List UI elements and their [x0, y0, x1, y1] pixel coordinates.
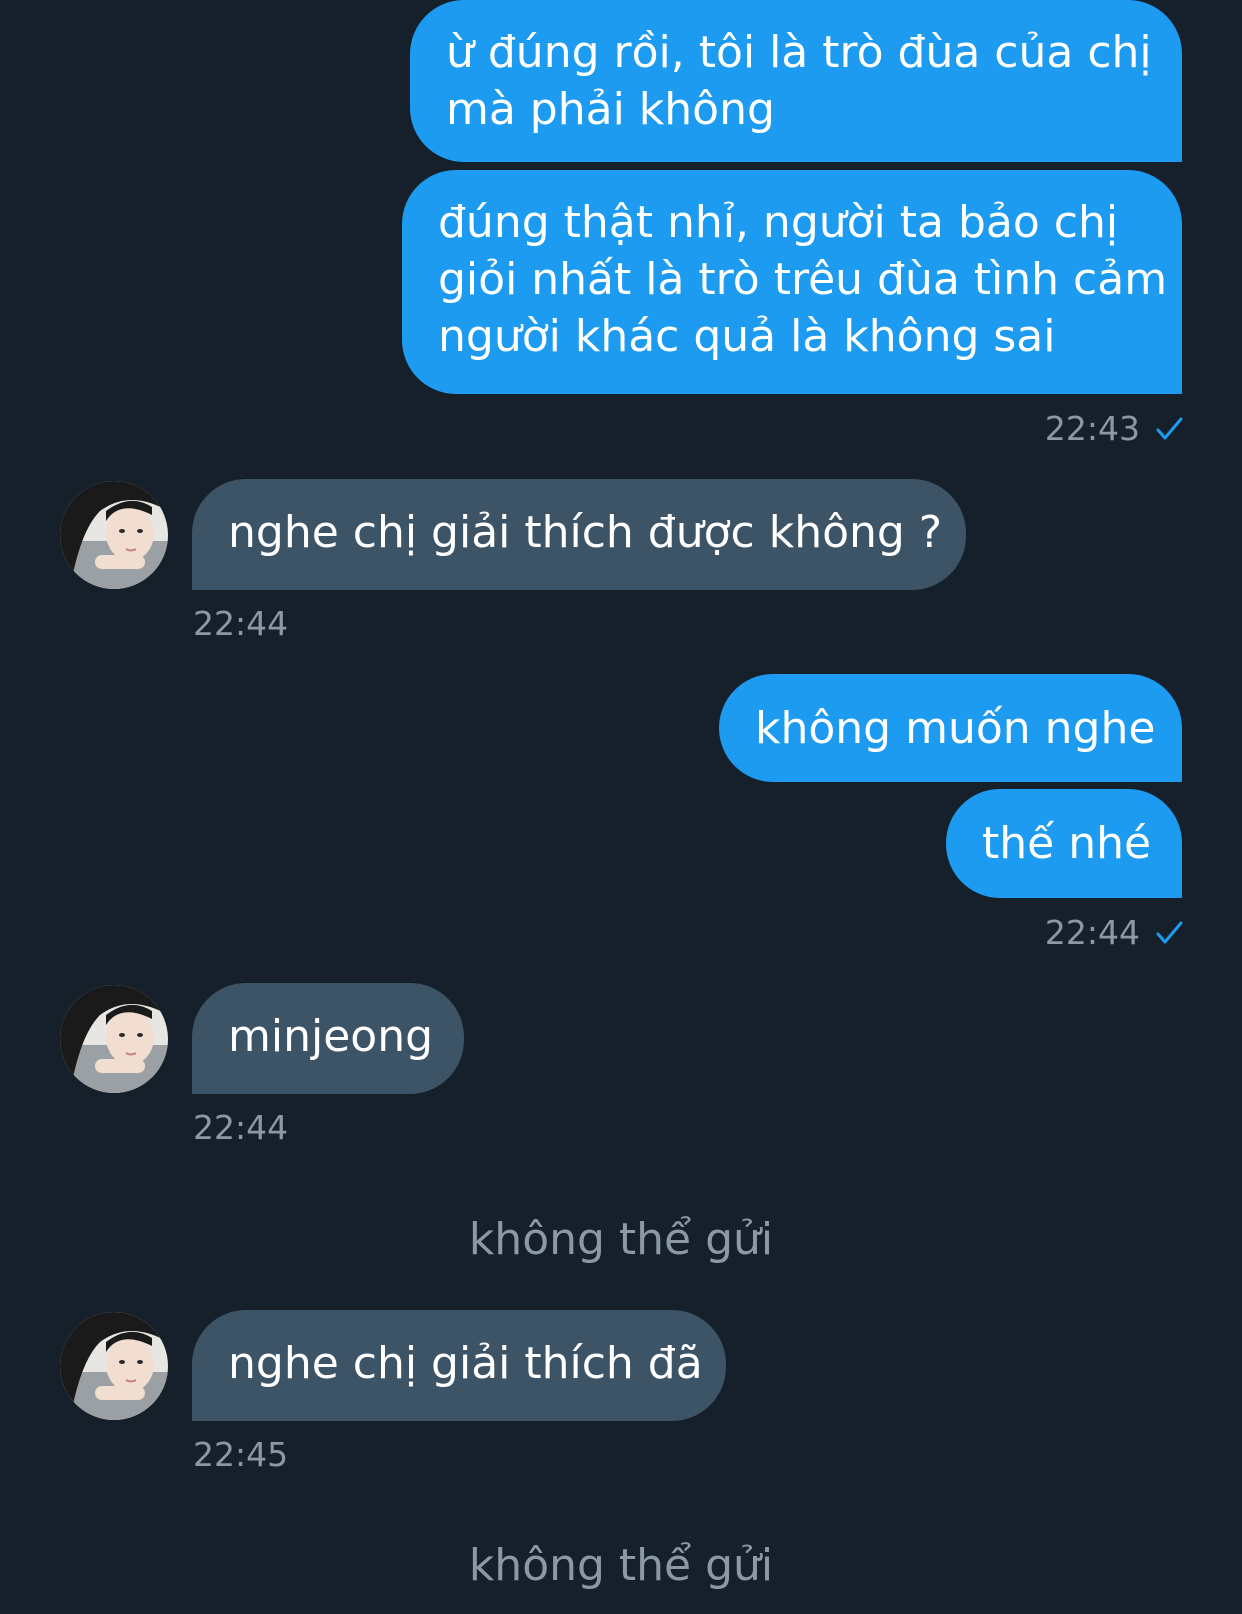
check-icon [1156, 417, 1183, 440]
notice-text: không thể gửi [468, 1540, 774, 1591]
message-line: đúng thật nhỉ, người ta bảo chị [438, 197, 1119, 248]
contact-avatar [60, 985, 168, 1093]
message-text: thế nhé [982, 818, 1152, 869]
message-timestamp: 22:44 [193, 1108, 288, 1148]
contact-avatar [60, 481, 168, 589]
outgoing-message[interactable]: ừ đúng rồi, tôi là trò đùa của chị mà ph… [410, 0, 1182, 162]
timestamp-text: 22:44 [193, 604, 289, 643]
message-timestamp: 22:44 [1045, 913, 1184, 953]
message-text: nghe chị giải thích đã [228, 1338, 703, 1389]
outgoing-message[interactable]: đúng thật nhỉ, người ta bảo chị giỏi nhấ… [402, 170, 1182, 394]
timestamp-text: 22:43 [1044, 409, 1140, 448]
message-line: giỏi nhất là trò trêu đùa tình cảm [438, 254, 1168, 305]
outgoing-message[interactable]: không muốn nghe [719, 674, 1182, 782]
timestamp-text: 22:44 [1044, 913, 1140, 952]
message-timestamp: 22:43 [1045, 409, 1184, 449]
message-line: ừ đúng rồi, tôi là trò đùa của chị [446, 27, 1152, 78]
contact-avatar [60, 1312, 168, 1420]
system-notice: không thể gửi [0, 1214, 1242, 1266]
avatar[interactable] [60, 1312, 168, 1420]
message-text: không muốn nghe [755, 703, 1156, 754]
message-text: nghe chị giải thích được không ? [228, 507, 943, 558]
incoming-message[interactable]: nghe chị giải thích đã [192, 1310, 726, 1421]
timestamp-text: 22:44 [193, 1108, 289, 1147]
check-icon [1156, 921, 1183, 944]
avatar[interactable] [60, 985, 168, 1093]
notice-text: không thể gửi [468, 1214, 774, 1265]
message-timestamp: 22:45 [193, 1435, 288, 1475]
avatar[interactable] [60, 481, 168, 589]
system-notice: không thể gửi [0, 1540, 1242, 1592]
outgoing-message[interactable]: thế nhé [946, 789, 1182, 898]
message-timestamp: 22:44 [193, 604, 288, 644]
message-text: minjeong [228, 1011, 434, 1062]
timestamp-text: 22:45 [193, 1435, 289, 1474]
message-line: mà phải không [446, 84, 775, 135]
incoming-message[interactable]: minjeong [192, 983, 464, 1094]
incoming-message[interactable]: nghe chị giải thích được không ? [192, 479, 966, 590]
message-line: người khác quả là không sai [438, 311, 1056, 362]
